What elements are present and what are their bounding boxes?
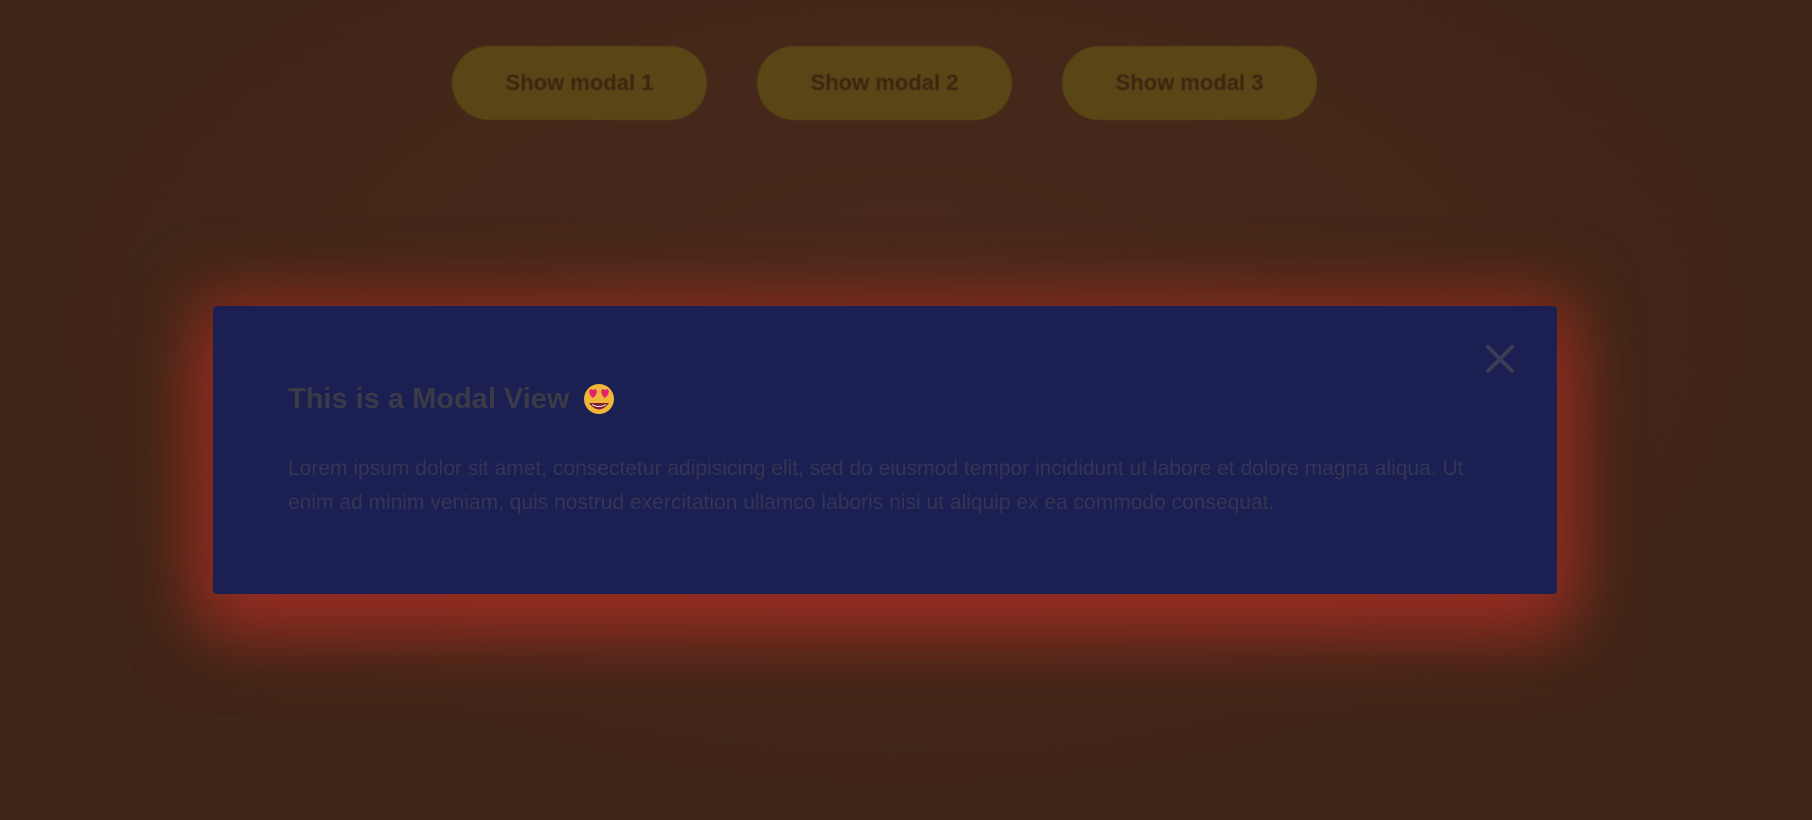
modal-dialog: This is a Modal View Lorem ipsum dolor s… bbox=[213, 306, 1557, 594]
show-modal-3-button[interactable]: Show modal 3 bbox=[1062, 46, 1317, 120]
heart-eyes-emoji-icon bbox=[582, 382, 616, 416]
modal-body-text: Lorem ipsum dolor sit amet, consectetur … bbox=[288, 457, 1464, 514]
show-modal-1-button[interactable]: Show modal 1 bbox=[452, 46, 707, 120]
modal-title: This is a Modal View bbox=[288, 382, 616, 416]
close-icon[interactable] bbox=[1483, 342, 1517, 376]
modal-title-text: This is a Modal View bbox=[288, 382, 570, 415]
show-modal-2-button[interactable]: Show modal 2 bbox=[757, 46, 1012, 120]
modal-trigger-row: Show modal 1 Show modal 2 Show modal 3 bbox=[0, 46, 1812, 120]
